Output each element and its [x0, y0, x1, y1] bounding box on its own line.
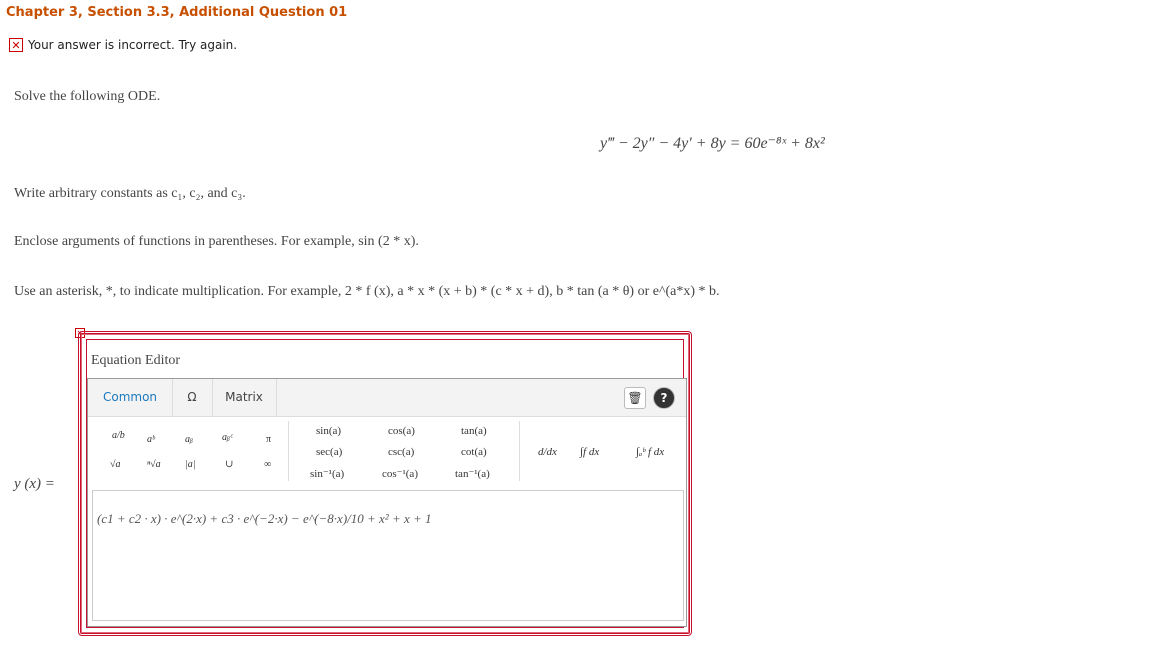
toolbar-divider — [519, 421, 520, 481]
answer-value: (c1 + c2 · x) · e^(2·x) + c3 · e^(−2·x) … — [97, 511, 432, 526]
subscript-button[interactable]: aᵦ — [185, 434, 193, 445]
tan-button[interactable]: tan(a) — [461, 425, 487, 437]
equation-editor: Equation Editor Common Ω Matrix 🗑 ? a/b … — [78, 331, 692, 636]
tab-matrix[interactable]: Matrix — [212, 379, 277, 416]
nth-root-button[interactable]: ⁿ√a — [147, 459, 161, 470]
feedback-message: ✕ Your answer is incorrect. Try again. — [9, 38, 237, 52]
answer-input[interactable]: (c1 + c2 · x) · e^(2·x) + c3 · e^(−2·x) … — [92, 490, 684, 621]
arccos-button[interactable]: cos⁻¹(a) — [382, 467, 418, 480]
power-button[interactable]: aᵇ — [147, 434, 155, 445]
csc-button[interactable]: csc(a) — [388, 446, 414, 458]
pi-button[interactable]: π — [266, 434, 271, 445]
problem-prompt: Solve the following ODE. — [14, 89, 161, 104]
x-icon: ✕ — [9, 38, 23, 52]
sqrt-button[interactable]: √a — [110, 459, 121, 470]
editor-tabs: Common Ω Matrix 🗑 ? — [88, 379, 686, 417]
sub-superscript-button[interactable]: aᵦᶜ — [222, 432, 232, 443]
editor-title: Equation Editor — [91, 353, 181, 368]
abs-button[interactable]: |a| — [185, 459, 196, 470]
toolbar-divider — [288, 421, 289, 481]
definite-integral-button[interactable]: ∫ₐᵇ f dx — [636, 446, 664, 458]
cos-button[interactable]: cos(a) — [388, 425, 415, 437]
trash-icon[interactable]: 🗑 — [624, 387, 646, 409]
infinity-button[interactable]: ∞ — [264, 459, 271, 470]
editor-toolbar: Common Ω Matrix 🗑 ? a/b aᵇ aᵦ aᵦᶜ π √a ⁿ… — [87, 378, 687, 627]
tab-common[interactable]: Common — [88, 379, 173, 416]
page-title: Chapter 3, Section 3.3, Additional Quest… — [6, 5, 348, 20]
fraction-button[interactable]: a/b — [112, 430, 125, 441]
cot-button[interactable]: cot(a) — [461, 446, 487, 458]
instruction-asterisk: Use an asterisk, *, to indicate multipli… — [14, 284, 720, 299]
derivative-button[interactable]: d/dx — [538, 446, 557, 458]
integral-button[interactable]: ∫f dx — [580, 446, 599, 458]
sec-button[interactable]: sec(a) — [316, 446, 342, 458]
equation-editor-frame: Equation Editor Common Ω Matrix 🗑 ? a/b … — [86, 339, 687, 628]
sin-button[interactable]: sin(a) — [316, 425, 341, 437]
ode-equation: y‴ − 2y″ − 4y′ + 8y = 60e⁻⁸ˣ + 8x² — [600, 135, 825, 152]
answer-label: y (x) = — [14, 476, 55, 492]
instruction-constants: Write arbitrary constants as c₁, c₂, and… — [14, 186, 246, 201]
feedback-text: Your answer is incorrect. Try again. — [28, 38, 238, 52]
arctan-button[interactable]: tan⁻¹(a) — [455, 467, 490, 480]
help-icon[interactable]: ? — [653, 387, 675, 409]
union-button[interactable]: ∪ — [225, 459, 233, 470]
tab-omega[interactable]: Ω — [172, 379, 213, 416]
arcsin-button[interactable]: sin⁻¹(a) — [310, 467, 344, 480]
instruction-parentheses: Enclose arguments of functions in parent… — [14, 234, 419, 249]
